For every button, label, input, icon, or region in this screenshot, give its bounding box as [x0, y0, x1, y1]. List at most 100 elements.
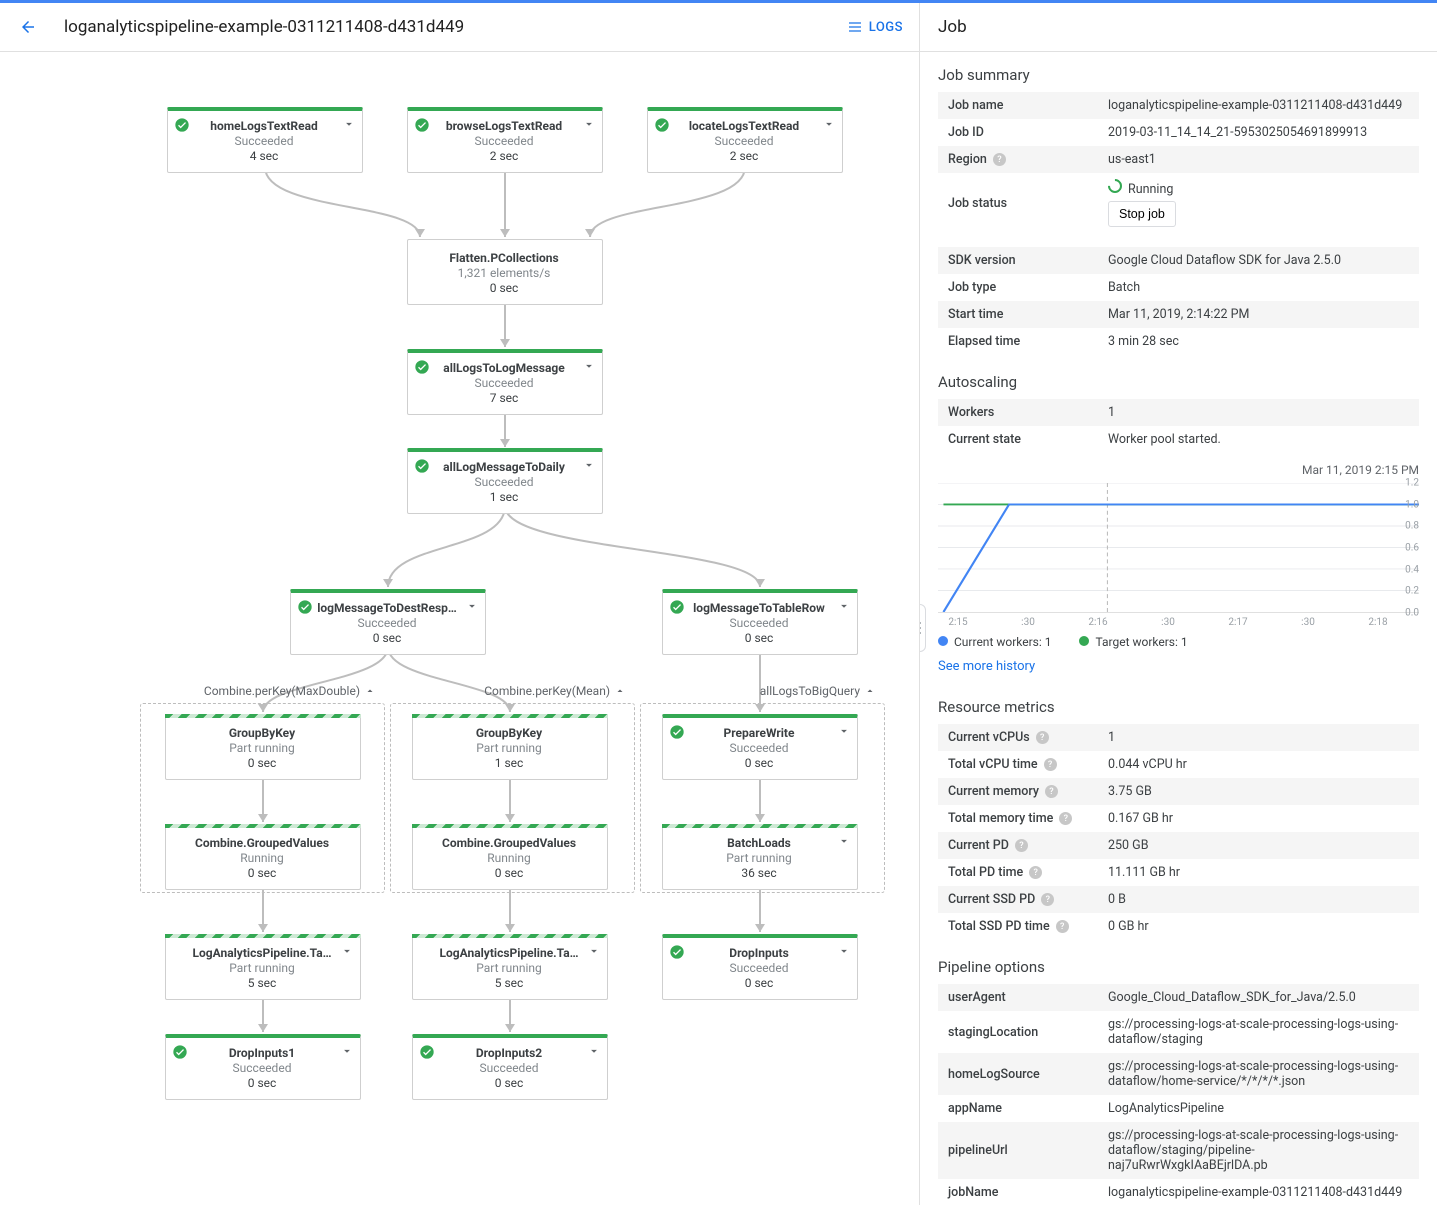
node-title: DropInputs1 [174, 1046, 350, 1060]
kv-key: Current state [948, 432, 1108, 447]
chevron-down-icon[interactable] [837, 724, 851, 738]
node-title: LogAnalyticsPipeline.Ta… [174, 946, 350, 960]
node-status: Running [174, 851, 350, 865]
chevron-down-icon[interactable] [342, 117, 356, 131]
node-time: 7 sec [416, 391, 592, 405]
kv-row: Total PD time?11.111 GB hr [938, 859, 1419, 886]
node-logMessageToDestResp[interactable]: logMessageToDestResp…Succeeded0 sec [290, 589, 486, 655]
chevron-down-icon[interactable] [587, 944, 601, 958]
node-browseLogsTextRead[interactable]: browseLogsTextReadSucceeded2 sec [407, 107, 603, 173]
chevron-down-icon[interactable] [582, 359, 596, 373]
kv-value: gs://processing-logs-at-scale-processing… [1108, 1059, 1409, 1089]
chevron-down-icon[interactable] [582, 117, 596, 131]
help-icon[interactable]: ? [1045, 785, 1058, 798]
node-time: 0 sec [421, 866, 597, 880]
x-tick: :30 [1301, 617, 1315, 628]
help-icon[interactable]: ? [1044, 758, 1057, 771]
logs-button[interactable]: LOGS [847, 19, 903, 35]
node-status: Succeeded [656, 134, 832, 148]
node-time: 0 sec [671, 976, 847, 990]
node-allLogsToLogMessage[interactable]: allLogsToLogMessageSucceeded7 sec [407, 349, 603, 415]
stop-job-button[interactable]: Stop job [1108, 201, 1176, 227]
node-time: 1 sec [416, 490, 592, 504]
success-icon [669, 944, 685, 960]
help-icon[interactable]: ? [1059, 812, 1072, 825]
y-tick: 0.8 [1405, 521, 1419, 532]
help-icon[interactable]: ? [1029, 866, 1042, 879]
chevron-down-icon[interactable] [587, 1044, 601, 1058]
chevron-down-icon[interactable] [822, 117, 836, 131]
node-time: 2 sec [416, 149, 592, 163]
node-groupbykey-2[interactable]: GroupByKeyPart running1 sec [412, 714, 608, 780]
node-batchloads[interactable]: BatchLoadsPart running36 sec [662, 824, 858, 890]
node-combine-grouped-2[interactable]: Combine.GroupedValuesRunning0 sec [412, 824, 608, 890]
kv-row: Workers1 [938, 399, 1419, 426]
chevron-down-icon[interactable] [837, 599, 851, 613]
kv-row: Current PD?250 GB [938, 832, 1419, 859]
group-label[interactable]: Combine.perKey(MaxDouble) [204, 684, 376, 698]
group-label[interactable]: allLogsToBigQuery [760, 684, 876, 698]
kv-row: Total SSD PD time?0 GB hr [938, 913, 1419, 940]
help-icon[interactable]: ? [1036, 731, 1049, 744]
node-loganalytics-2[interactable]: LogAnalyticsPipeline.Ta…Part running5 se… [412, 934, 608, 1000]
chevron-down-icon[interactable] [465, 599, 479, 613]
node-loganalytics-1[interactable]: LogAnalyticsPipeline.Ta…Part running5 se… [165, 934, 361, 1000]
help-icon[interactable]: ? [1015, 839, 1028, 852]
side-panel: Job Job summary Job nameloganalyticspipe… [920, 3, 1437, 1205]
pipeline-canvas[interactable]: homeLogsTextReadSucceeded4 sec browseLog… [0, 52, 919, 1205]
chevron-down-icon[interactable] [837, 834, 851, 848]
node-title: BatchLoads [671, 836, 847, 850]
chevron-down-icon[interactable] [837, 944, 851, 958]
see-more-history-link[interactable]: See more history [938, 659, 1419, 674]
node-combine-grouped-1[interactable]: Combine.GroupedValuesRunning0 sec [165, 824, 361, 890]
node-title: Combine.GroupedValues [174, 836, 350, 850]
chevron-down-icon[interactable] [340, 944, 354, 958]
node-locateLogsTextRead[interactable]: locateLogsTextReadSucceeded2 sec [647, 107, 843, 173]
node-time: 0 sec [174, 866, 350, 880]
y-tick: 1.0 [1405, 499, 1419, 510]
node-dropinputs1[interactable]: DropInputs1Succeeded0 sec [165, 1034, 361, 1100]
node-title: logMessageToTableRow [671, 601, 847, 615]
node-status: Part running [671, 851, 847, 865]
node-status: Succeeded [299, 616, 475, 630]
node-title: logMessageToDestResp… [299, 601, 475, 615]
node-logMessageToTableRow[interactable]: logMessageToTableRowSucceeded0 sec [662, 589, 858, 655]
node-status: Succeeded [671, 616, 847, 630]
chevron-down-icon[interactable] [340, 1044, 354, 1058]
node-time: 5 sec [174, 976, 350, 990]
chart-timestamp: Mar 11, 2019 2:15 PM [938, 463, 1419, 477]
node-groupbykey-1[interactable]: GroupByKeyPart running0 sec [165, 714, 361, 780]
node-dropinputs2[interactable]: DropInputs2Succeeded0 sec [412, 1034, 608, 1100]
autoscaling-chart: Mar 11, 2019 2:15 PM 0.00.20.40.60.81.01… [920, 457, 1437, 684]
back-arrow-icon[interactable] [16, 15, 40, 39]
help-icon[interactable]: ? [993, 153, 1006, 166]
node-homeLogsTextRead[interactable]: homeLogsTextReadSucceeded4 sec [167, 107, 363, 173]
kv-value: Batch [1108, 280, 1409, 295]
node-preparewrite[interactable]: PrepareWriteSucceeded0 sec [662, 714, 858, 780]
node-time: 0 sec [174, 1076, 350, 1090]
chevron-up-icon [364, 685, 376, 697]
section-title: Resource metrics [938, 698, 1419, 716]
chart-area[interactable]: 0.00.20.40.60.81.01.2 2:15:302:16:302:17… [938, 483, 1419, 613]
node-flatten[interactable]: Flatten.PCollections1,321 elements/s0 se… [407, 239, 603, 305]
group-label[interactable]: Combine.perKey(Mean) [484, 684, 626, 698]
node-status: Succeeded [174, 1061, 350, 1075]
kv-key: Current memory? [948, 784, 1108, 799]
page-title: loganalyticspipeline-example-0311211408-… [64, 17, 847, 37]
kv-key: Current SSD PD? [948, 892, 1108, 907]
success-icon [669, 599, 685, 615]
chevron-down-icon[interactable] [582, 458, 596, 472]
node-status: Succeeded [416, 376, 592, 390]
kv-key: Region? [948, 152, 1108, 167]
node-dropinputs[interactable]: DropInputsSucceeded0 sec [662, 934, 858, 1000]
kv-key: Total memory time? [948, 811, 1108, 826]
kv-row: pipelineUrlgs://processing-logs-at-scale… [938, 1122, 1419, 1179]
kv-key: userAgent [948, 990, 1108, 1005]
node-title: DropInputs2 [421, 1046, 597, 1060]
help-icon[interactable]: ? [1056, 920, 1069, 933]
y-tick: 0.6 [1405, 543, 1419, 554]
kv-value: loganalyticspipeline-example-0311211408-… [1108, 98, 1409, 113]
node-allLogMessageToDaily[interactable]: allLogMessageToDailySucceeded1 sec [407, 448, 603, 514]
success-icon [419, 1044, 435, 1060]
help-icon[interactable]: ? [1041, 893, 1054, 906]
